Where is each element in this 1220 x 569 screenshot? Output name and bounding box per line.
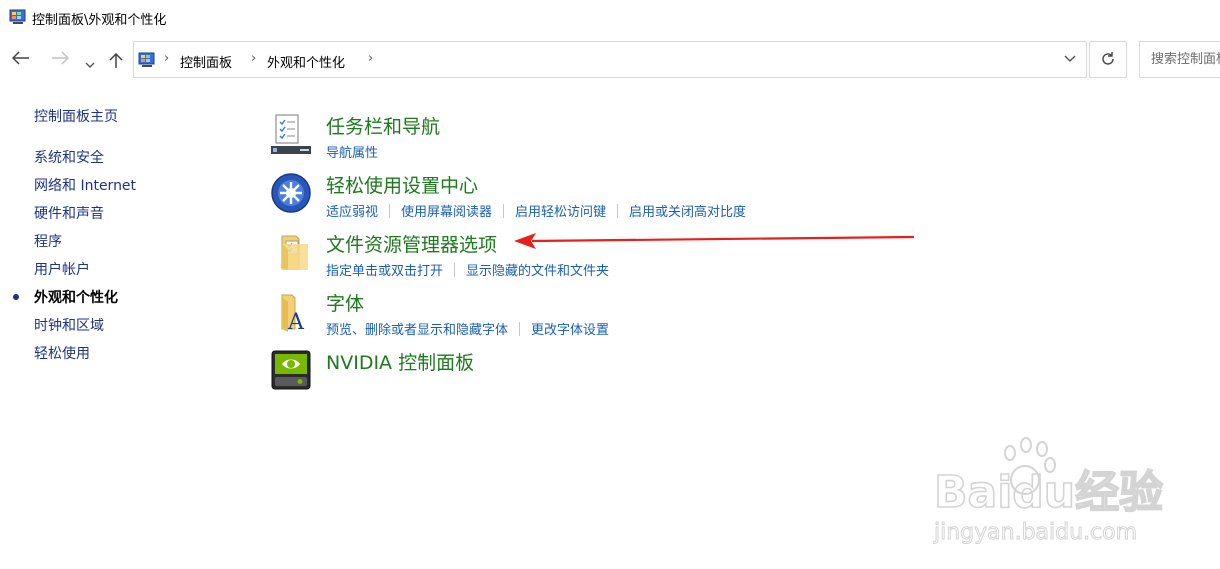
link-divider [503, 204, 505, 218]
control-panel-icon [138, 52, 155, 67]
link-single-double-click[interactable]: 指定单击或双击打开 [326, 264, 443, 279]
forward-button[interactable] [51, 50, 70, 70]
link-low-vision[interactable]: 适应弱视 [326, 205, 378, 220]
refresh-button[interactable] [1089, 41, 1127, 78]
link-screen-reader[interactable]: 使用屏幕阅读器 [401, 205, 492, 220]
sidebar-item-system-security[interactable]: 系统和安全 [34, 147, 104, 167]
breadcrumb-appearance[interactable]: 外观和个性化 [267, 52, 345, 71]
search-input[interactable] [1149, 51, 1220, 68]
back-arrow-icon [11, 51, 29, 65]
ease-of-access-icon [271, 173, 311, 213]
recent-locations-button[interactable] [85, 54, 95, 74]
sidebar-item-user-accounts[interactable]: 用户帐户 [34, 259, 90, 279]
link-divider [389, 204, 391, 218]
fonts-folder-icon: A [281, 294, 305, 333]
folder-options-icon [281, 235, 308, 270]
link-divider [519, 322, 521, 336]
category-links: 导航属性 [326, 142, 378, 161]
category-title-fonts[interactable]: 字体 [326, 289, 364, 316]
breadcrumb-separator-icon[interactable]: › [368, 51, 373, 66]
title-bar: 控制面板\外观和个性化 [0, 0, 1220, 36]
category-links: 指定单击或双击打开 显示隐藏的文件和文件夹 [326, 260, 609, 279]
sidebar-item-ease-of-access[interactable]: 轻松使用 [34, 343, 90, 363]
sidebar-item-clock-region[interactable]: 时钟和区域 [34, 315, 104, 335]
watermark-brand: Baidu经验 [934, 467, 1163, 518]
svg-text:A: A [287, 310, 305, 333]
link-show-hidden-files[interactable]: 显示隐藏的文件和文件夹 [466, 264, 609, 279]
arrow-shaft [531, 235, 915, 243]
chevron-down-icon[interactable] [1064, 54, 1076, 64]
back-button[interactable] [11, 50, 30, 70]
breadcrumb-separator-icon[interactable]: › [251, 51, 256, 66]
sidebar-item-network[interactable]: 网络和 Internet [34, 175, 136, 195]
taskbar-icon [271, 114, 311, 154]
baidu-watermark: Baidu经验 jingyan.baidu.com [933, 437, 1164, 546]
control-panel-icon [9, 9, 26, 24]
category-links: 适应弱视 使用屏幕阅读器 启用轻松访问键 启用或关闭高对比度 [326, 201, 746, 220]
breadcrumb-separator-icon[interactable]: › [164, 51, 169, 66]
link-high-contrast[interactable]: 启用或关闭高对比度 [629, 205, 746, 220]
category-title-nvidia[interactable]: NVIDIA 控制面板 [326, 348, 474, 375]
address-bar[interactable]: › 控制面板 › 外观和个性化 › [133, 41, 1087, 78]
link-divider [617, 204, 619, 218]
link-navigation-properties[interactable]: 导航属性 [326, 146, 378, 161]
category-title-taskbar[interactable]: 任务栏和导航 [326, 112, 440, 139]
sidebar-item-appearance: 外观和个性化 [34, 290, 118, 306]
window-title: 控制面板\外观和个性化 [32, 13, 167, 28]
link-access-keys[interactable]: 启用轻松访问键 [515, 205, 606, 220]
refresh-icon [1102, 52, 1114, 65]
current-item-bullet [13, 294, 19, 300]
watermark-url: jingyan.baidu.com [933, 520, 1137, 545]
red-arrow-annotation [514, 233, 915, 249]
chevron-down-icon [85, 62, 95, 68]
category-title-file-explorer-options[interactable]: 文件资源管理器选项 [326, 230, 497, 257]
category-links: 预览、删除或者显示和隐藏字体 更改字体设置 [326, 319, 609, 338]
up-arrow-icon [109, 52, 123, 68]
link-change-font-settings[interactable]: 更改字体设置 [531, 323, 609, 338]
search-box[interactable] [1139, 41, 1220, 78]
nvidia-icon [271, 350, 311, 390]
forward-arrow-icon [52, 51, 70, 65]
link-preview-delete-fonts[interactable]: 预览、删除或者显示和隐藏字体 [326, 323, 508, 338]
sidebar-item-home[interactable]: 控制面板主页 [34, 106, 118, 126]
breadcrumb-control-panel[interactable]: 控制面板 [180, 52, 232, 71]
link-divider [454, 263, 456, 277]
sidebar-item-programs[interactable]: 程序 [34, 231, 62, 251]
sidebar-item-hardware-sound[interactable]: 硬件和声音 [34, 203, 104, 223]
category-title-ease-of-access[interactable]: 轻松使用设置中心 [326, 171, 478, 198]
up-button[interactable] [109, 52, 123, 74]
